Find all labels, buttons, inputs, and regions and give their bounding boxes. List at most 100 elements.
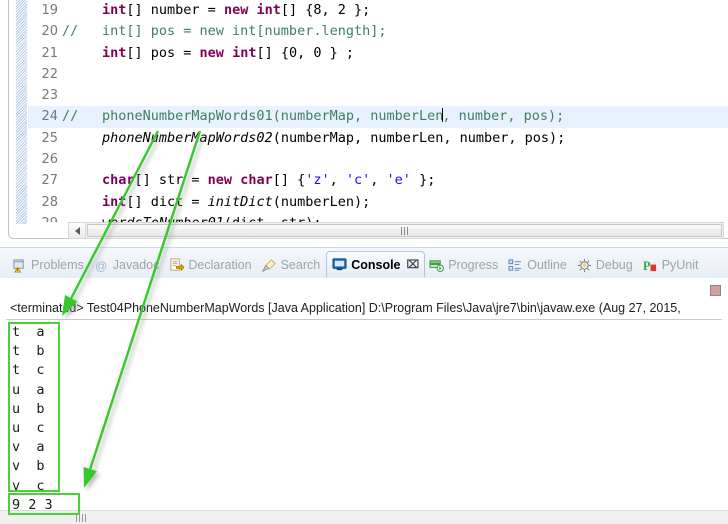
tab-label: Problems (31, 258, 84, 272)
code-token: (dict, str); (224, 215, 322, 222)
code-token: [] {0, 0 } ; (256, 44, 355, 61)
line-number: 26 (41, 152, 58, 168)
line-number: 27 (41, 173, 58, 189)
tab-console[interactable]: Console ⌧ (326, 251, 426, 277)
code-token: 'z' (305, 172, 330, 189)
resize-grip-icon[interactable] (76, 514, 86, 522)
code-line[interactable]: 28 int[] dict = initDict(numberLen); (28, 192, 728, 213)
code-token: [] { (272, 172, 306, 189)
tab-label: Search (280, 258, 321, 272)
code-token: , number, pos); (442, 108, 565, 125)
code-token: int (102, 44, 127, 61)
code-token: [] pos = (126, 44, 200, 61)
code-token: wordsToNumber01 (102, 215, 224, 222)
code-token: 'c' (345, 172, 371, 189)
tab-label: Debug (595, 258, 633, 272)
code-token: , (370, 172, 387, 189)
console-launch-header: <terminated> Test04PhoneNumberMapWords [… (10, 301, 681, 315)
grip-icon (400, 226, 409, 235)
declaration-icon (169, 257, 186, 273)
code-token: int (102, 2, 127, 18)
tab-search[interactable]: Search (258, 253, 327, 277)
code-token: [] {8, 2 }; (280, 2, 371, 18)
code-area[interactable]: 19 int[] number = new int[] {8, 2 }; 20//i… (28, 0, 728, 222)
code-token: (numberMap, numberLen, number, pos); (272, 129, 566, 146)
svg-text:P: P (643, 259, 651, 273)
code-token: }; (410, 172, 436, 189)
line-number: 23 (41, 88, 58, 104)
outline-icon (508, 258, 523, 273)
tab-javadoc[interactable]: @ Javadoc (90, 253, 166, 277)
code-token: [] str = (134, 172, 208, 189)
tab-debug[interactable]: Debug (573, 253, 639, 277)
tab-progress[interactable]: Progress (425, 253, 504, 277)
javadoc-icon: @ (94, 258, 109, 273)
code-token: [] number = (126, 2, 224, 18)
line-number: 29 (28, 213, 62, 222)
code-line[interactable]: 27 char[] str = new char[] {'z', 'c', 'e'… (28, 170, 728, 191)
code-token: initDict (207, 193, 273, 210)
code-token: new (223, 2, 249, 18)
console-status-strip (0, 510, 728, 524)
tab-label: Progress (448, 258, 499, 272)
tab-label: PyUnit (661, 258, 699, 272)
code-line[interactable]: 23 (28, 85, 728, 106)
tab-label: Declaration (188, 258, 252, 272)
console-icon (332, 257, 347, 272)
view-tabs: Problems @ Javadoc Declaration Search Console… (8, 249, 705, 277)
progress-icon (429, 258, 445, 273)
code-token: int (102, 193, 127, 210)
comment-marker: // (62, 108, 79, 125)
code-line[interactable]: 19 int[] number = new int[] {8, 2 }; (28, 0, 728, 21)
code-line[interactable]: 24// phoneNumberMapWords01(numberMap, num… (28, 106, 728, 128)
console-toolbar[interactable] (704, 281, 726, 299)
line-number: 24 (41, 109, 58, 125)
code-token: int (256, 2, 281, 18)
tab-label: Outline (527, 258, 567, 272)
line-number: 25 (41, 130, 58, 146)
code-token: [] dict = (126, 193, 208, 210)
tab-declaration[interactable]: Declaration (165, 253, 257, 277)
console-view: <terminated> Test04PhoneNumberMapWords [… (0, 278, 728, 524)
editor-horizontal-scrollbar[interactable] (68, 222, 724, 239)
code-line[interactable]: 29 wordsToNumber01(dict, str); (28, 213, 728, 222)
code-token: char (240, 172, 273, 189)
pyunit-icon: P (643, 258, 658, 273)
svg-text:@: @ (95, 259, 107, 273)
triangle-left-icon (74, 226, 80, 235)
annotation-ruler[interactable] (16, 0, 28, 224)
line-number: 19 (41, 3, 58, 18)
close-icon[interactable]: ⌧ (407, 258, 420, 271)
code-token: new (207, 172, 233, 189)
terminate-icon[interactable] (709, 284, 721, 296)
tab-label: Javadoc (112, 258, 160, 272)
console-output-text[interactable]: t a t b t c u a u b u c v a v b v c 9 2 … (12, 323, 53, 515)
tab-label: Console (351, 257, 401, 272)
code-line[interactable]: 21 int[] pos = new int[] {0, 0 } ; (28, 43, 728, 64)
debug-icon (577, 258, 592, 273)
scrollbar-thumb[interactable] (87, 224, 722, 237)
code-line[interactable]: 20// int[] pos = new int[number.length]; (28, 21, 728, 42)
line-number: 20 (41, 24, 58, 40)
tab-outline[interactable]: Outline (504, 253, 573, 277)
code-token: 'e' (386, 172, 411, 189)
tab-problems[interactable]: Problems (8, 253, 90, 277)
line-number: 21 (41, 45, 58, 61)
scroll-left-button[interactable] (69, 223, 86, 238)
code-token: int (232, 44, 257, 61)
code-token: char (102, 172, 135, 189)
code-line[interactable]: 25 phoneNumberMapWords02(numberMap, numbe… (28, 128, 728, 149)
code-token: phoneNumberMapWords02 (102, 129, 273, 146)
search-icon (261, 258, 277, 273)
code-token: (numberLen); (272, 193, 371, 210)
problems-icon (12, 258, 27, 273)
tab-pyunit[interactable]: P PyUnit (639, 253, 705, 277)
console-divider (6, 319, 722, 320)
comment-marker: // (62, 23, 79, 40)
code-line[interactable]: 26 (28, 149, 728, 170)
code-line[interactable]: 22 (28, 64, 728, 85)
line-number: 22 (41, 66, 58, 82)
java-editor-panel: 19 int[] number = new int[] {8, 2 }; 20//i… (0, 0, 728, 247)
code-token: int[] pos = new int[number.length]; (102, 23, 387, 40)
